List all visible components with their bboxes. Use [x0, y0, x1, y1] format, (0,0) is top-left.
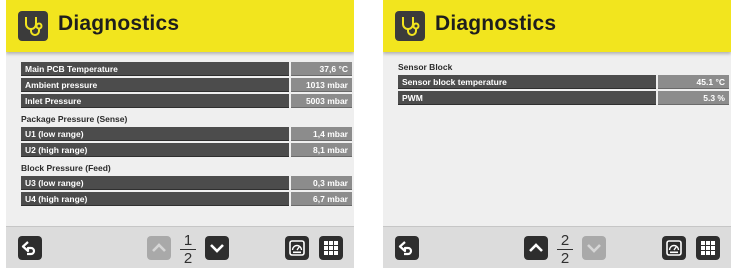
page-up-button[interactable]: [524, 236, 548, 260]
table-row: Ambient pressure 1013 mbar: [21, 78, 352, 92]
dashboard-button[interactable]: [662, 236, 686, 260]
row-label: U3 (low range): [21, 176, 289, 190]
table-row: U3 (low range) 0,3 mbar: [21, 176, 352, 190]
table-row: Main PCB Temperature 37,6 °C: [21, 62, 352, 76]
table-row: U2 (high range) 8,1 mbar: [21, 143, 352, 157]
page-title: Diagnostics: [435, 12, 557, 35]
row-value: 1013 mbar: [291, 78, 352, 92]
table-row: Sensor block temperature 45.1 °C: [398, 75, 729, 89]
page-current: 2: [560, 232, 570, 249]
stethoscope-icon: [395, 11, 425, 41]
menu-button[interactable]: [696, 236, 720, 260]
header-bar: Diagnostics: [6, 0, 354, 52]
row-label: Inlet Pressure: [21, 94, 289, 108]
chevron-down-icon: [587, 244, 601, 253]
row-value: 5.3 %: [658, 91, 729, 105]
row-value: 6,7 mbar: [291, 192, 352, 206]
row-label: Sensor block temperature: [398, 75, 656, 89]
table-row: PWM 5.3 %: [398, 91, 729, 105]
table-row: U4 (high range) 6,7 mbar: [21, 192, 352, 206]
stethoscope-icon: [18, 11, 48, 41]
diagnostics-content: Sensor Block Sensor block temperature 45…: [398, 62, 729, 107]
section-title: Package Pressure (Sense): [21, 114, 128, 124]
section-title: Sensor Block: [398, 62, 453, 72]
table-row: U1 (low range) 1,4 mbar: [21, 127, 352, 141]
header-bar: Diagnostics: [383, 0, 731, 52]
section-title: Block Pressure (Feed): [21, 163, 111, 173]
row-label: Main PCB Temperature: [21, 62, 289, 76]
row-label: U4 (high range): [21, 192, 289, 206]
dashboard-button[interactable]: [285, 236, 309, 260]
row-value: 8,1 mbar: [291, 143, 352, 157]
back-button[interactable]: [395, 236, 419, 260]
page-indicator: 2 2: [553, 233, 577, 266]
row-label: U1 (low range): [21, 127, 289, 141]
grid-menu-icon: [324, 241, 338, 255]
page-total: 2: [183, 250, 193, 267]
diagnostics-screen-page-2: Diagnostics Sensor Block Sensor block te…: [383, 0, 731, 268]
gauge-icon: [289, 240, 305, 256]
row-label: Ambient pressure: [21, 78, 289, 92]
chevron-down-icon: [210, 244, 224, 253]
page-down-button[interactable]: [582, 236, 606, 260]
page-up-button[interactable]: [147, 236, 171, 260]
page-current: 1: [183, 232, 193, 249]
footer-toolbar: 2 2: [383, 226, 731, 268]
row-value: 37,6 °C: [291, 62, 352, 76]
footer-toolbar: 1 2: [6, 226, 354, 268]
table-row: Inlet Pressure 5003 mbar: [21, 94, 352, 108]
row-value: 0,3 mbar: [291, 176, 352, 190]
gauge-icon: [666, 240, 682, 256]
back-arrow-icon: [398, 241, 413, 256]
back-button[interactable]: [18, 236, 42, 260]
chevron-up-icon: [529, 243, 543, 252]
diagnostics-content: Main PCB Temperature 37,6 °C Ambient pre…: [21, 62, 352, 208]
page-indicator: 1 2: [176, 233, 200, 266]
diagnostics-screen-page-1: Diagnostics Main PCB Temperature 37,6 °C…: [6, 0, 354, 268]
row-value: 45.1 °C: [658, 75, 729, 89]
back-arrow-icon: [21, 241, 36, 256]
page-title: Diagnostics: [58, 12, 180, 35]
chevron-up-icon: [152, 243, 166, 252]
row-value: 1,4 mbar: [291, 127, 352, 141]
menu-button[interactable]: [319, 236, 343, 260]
row-label: PWM: [398, 91, 656, 105]
grid-menu-icon: [701, 241, 715, 255]
row-label: U2 (high range): [21, 143, 289, 157]
page-down-button[interactable]: [205, 236, 229, 260]
row-value: 5003 mbar: [291, 94, 352, 108]
page-total: 2: [560, 250, 570, 267]
